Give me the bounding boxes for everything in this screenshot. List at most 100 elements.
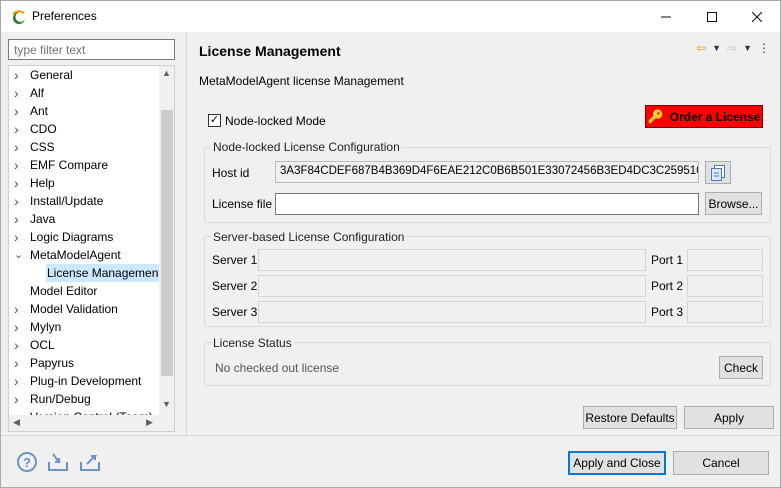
tree-item[interactable]: License Management xyxy=(9,264,163,282)
back-arrow-icon[interactable]: ⇦ xyxy=(696,41,706,55)
chevron-right-icon[interactable]: › xyxy=(14,66,24,84)
tree-item-label: Model Validation xyxy=(30,302,118,316)
cancel-button[interactable]: Cancel xyxy=(673,451,769,475)
server-1-label: Server 1 xyxy=(212,253,258,267)
browse-button[interactable]: Browse... xyxy=(705,192,762,215)
scroll-right-arrow-icon[interactable]: ▶ xyxy=(146,417,153,428)
chevron-right-icon[interactable]: › xyxy=(14,318,24,336)
chevron-right-icon[interactable]: › xyxy=(14,300,24,318)
tree-list: › General › Alf › Ant › CDO › CSS › EMF Compare › Hel… xyxy=(9,66,163,426)
panel-sash[interactable] xyxy=(186,32,187,435)
port-1-field[interactable] xyxy=(687,249,763,271)
server-group-title: Server-based License Configuration xyxy=(211,230,407,244)
eclipse-app-icon xyxy=(12,10,26,24)
minimize-icon xyxy=(661,16,671,17)
page-navigation: ⇦ ▼ ⇨ ▼ ⋮ xyxy=(696,41,770,55)
host-id-field[interactable]: 3A3F84CDEF687B4B369D4F6EAE212C0B6B501E33… xyxy=(275,161,699,183)
license-status-title: License Status xyxy=(211,336,294,350)
chevron-right-icon[interactable]: › xyxy=(14,228,24,246)
forward-menu-chevron-icon[interactable]: ▼ xyxy=(743,41,752,55)
chevron-right-icon[interactable]: › xyxy=(14,210,24,228)
preferences-window: Preferences › General › Alf › Ant › CDO › CSS › EMF… xyxy=(0,0,781,488)
chevron-right-icon[interactable]: › xyxy=(14,336,24,354)
port-2-label: Port 2 xyxy=(651,279,684,293)
chevron-right-icon[interactable]: › xyxy=(14,120,24,138)
tree-item[interactable]: › EMF Compare xyxy=(9,156,159,174)
maximize-button[interactable] xyxy=(689,1,735,32)
title-bar: Preferences xyxy=(1,1,780,32)
tree-horizontal-scrollbar[interactable]: ◀ ▶ xyxy=(9,415,174,431)
tree-vertical-scrollbar[interactable]: ▲ ▼ xyxy=(159,66,174,415)
view-menu-icon[interactable]: ⋮ xyxy=(758,41,770,55)
tree-item[interactable]: › General xyxy=(9,66,159,84)
tree-item[interactable]: › Mylyn xyxy=(9,318,159,336)
check-button[interactable]: Check xyxy=(719,356,763,379)
filter-input[interactable] xyxy=(8,39,175,60)
order-license-button[interactable]: 🔑 Order a License xyxy=(645,105,763,128)
scrollbar-thumb[interactable] xyxy=(161,110,173,376)
chevron-right-icon[interactable]: › xyxy=(14,102,24,120)
server-1-field[interactable] xyxy=(258,249,646,271)
tree-item-label: Model Editor xyxy=(30,284,98,298)
chevron-right-icon[interactable]: › xyxy=(14,192,24,210)
tree-item[interactable]: › Alf xyxy=(9,84,159,102)
port-2-field[interactable] xyxy=(687,275,763,297)
nodelocked-mode-checkbox[interactable]: ✓ xyxy=(208,114,221,127)
back-menu-chevron-icon[interactable]: ▼ xyxy=(712,41,721,55)
tree-item[interactable]: › Plug-in Development xyxy=(9,372,159,390)
license-file-label: License file xyxy=(212,197,273,211)
chevron-right-icon[interactable]: › xyxy=(14,390,24,408)
server-3-field[interactable] xyxy=(258,301,646,323)
chevron-right-icon[interactable]: › xyxy=(14,372,24,390)
chevron-right-icon[interactable]: › xyxy=(14,84,24,102)
tree-item[interactable]: › Ant xyxy=(9,102,159,120)
close-button[interactable] xyxy=(734,1,780,32)
nodelocked-group-title: Node-locked License Configuration xyxy=(211,140,402,154)
tree-item-label: Papyrus xyxy=(30,356,75,370)
tree-item[interactable]: › CSS xyxy=(9,138,159,156)
tree-item-label: CDO xyxy=(30,122,57,136)
tree-item-label: Logic Diagrams xyxy=(30,230,114,244)
export-icon[interactable] xyxy=(79,452,101,472)
chevron-right-icon[interactable]: › xyxy=(14,354,24,372)
tree-item[interactable]: › CDO xyxy=(9,120,159,138)
apply-button[interactable]: Apply xyxy=(684,406,774,429)
tree-item-label: Help xyxy=(30,176,55,190)
maximize-icon xyxy=(707,11,717,22)
tree-item[interactable]: › Install/Update xyxy=(9,192,159,210)
forward-arrow-icon[interactable]: ⇨ xyxy=(727,41,737,55)
server-2-field[interactable] xyxy=(258,275,646,297)
help-icon[interactable]: ? xyxy=(17,452,37,472)
order-license-label: Order a License xyxy=(669,109,761,124)
tree-item[interactable]: › Help xyxy=(9,174,159,192)
tree-item[interactable]: › Logic Diagrams xyxy=(9,228,159,246)
chevron-right-icon[interactable]: › xyxy=(14,138,24,156)
tree-item-label: Java xyxy=(30,212,56,226)
import-icon[interactable] xyxy=(47,452,69,472)
scroll-down-arrow-icon[interactable]: ▼ xyxy=(162,399,171,409)
server-3-label: Server 3 xyxy=(212,305,258,319)
tree-item[interactable]: › OCL xyxy=(9,336,159,354)
server-2-label: Server 2 xyxy=(212,279,258,293)
copy-host-id-button[interactable] xyxy=(705,161,731,184)
tree-item-label: Plug-in Development xyxy=(30,374,142,388)
tree-item[interactable]: › Run/Debug xyxy=(9,390,159,408)
page-description: MetaModelAgent license Management xyxy=(199,74,404,88)
tree-item[interactable]: ⌄ MetaModelAgent xyxy=(9,246,159,264)
tree-item[interactable]: › Model Validation xyxy=(9,300,159,318)
chevron-down-icon[interactable]: ⌄ xyxy=(14,246,24,264)
port-3-field[interactable] xyxy=(687,301,763,323)
restore-defaults-button[interactable]: Restore Defaults xyxy=(583,406,677,429)
page-header: License Management ⇦ ▼ ⇨ ▼ ⋮ xyxy=(187,32,780,65)
tree-item[interactable]: › Papyrus xyxy=(9,354,159,372)
chevron-right-icon[interactable]: › xyxy=(14,174,24,192)
license-file-field[interactable] xyxy=(275,193,699,215)
scroll-left-arrow-icon[interactable]: ◀ xyxy=(13,417,20,428)
tree-item[interactable]: › Java xyxy=(9,210,159,228)
nodelocked-mode-label: Node-locked Mode xyxy=(225,114,326,128)
apply-and-close-button[interactable]: Apply and Close xyxy=(568,451,666,475)
tree-item[interactable]: Model Editor xyxy=(9,282,159,300)
chevron-right-icon[interactable]: › xyxy=(14,156,24,174)
scroll-up-arrow-icon[interactable]: ▲ xyxy=(162,68,171,78)
minimize-button[interactable] xyxy=(643,1,689,32)
